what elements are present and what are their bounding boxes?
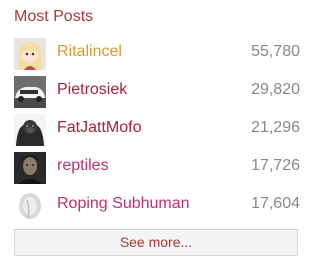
see-more-button[interactable]: See more... bbox=[14, 229, 298, 256]
avatar[interactable] bbox=[14, 152, 46, 184]
avatar[interactable] bbox=[14, 114, 46, 146]
username-link[interactable]: Roping Subhuman bbox=[57, 195, 190, 213]
avatar[interactable] bbox=[14, 76, 46, 108]
anime-girl-avatar-icon bbox=[14, 38, 46, 70]
post-count: 21,296 bbox=[251, 119, 300, 136]
list-item: Pietrosiek 29,820 bbox=[14, 76, 300, 110]
default-avatar-icon bbox=[14, 190, 46, 222]
username-link[interactable]: FatJattMofo bbox=[57, 119, 141, 137]
avatar[interactable] bbox=[14, 38, 46, 70]
most-posts-widget: Most Posts Ritalincel 55,780 Pietrosiek … bbox=[0, 0, 311, 264]
white-car-avatar-icon bbox=[14, 76, 46, 108]
username-link[interactable]: Ritalincel bbox=[57, 43, 122, 61]
list-item: Ritalincel 55,780 bbox=[14, 38, 300, 72]
post-count: 55,780 bbox=[251, 43, 300, 60]
post-count: 17,726 bbox=[251, 157, 300, 174]
list-item: reptiles 17,726 bbox=[14, 152, 300, 186]
avatar[interactable] bbox=[14, 190, 46, 222]
post-count: 29,820 bbox=[251, 81, 300, 98]
gorilla-avatar-icon bbox=[14, 114, 46, 146]
username-link[interactable]: reptiles bbox=[57, 157, 109, 175]
widget-title: Most Posts bbox=[14, 8, 94, 25]
post-count: 17,604 bbox=[251, 195, 300, 212]
man-portrait-avatar-icon bbox=[14, 152, 46, 184]
username-link[interactable]: Pietrosiek bbox=[57, 81, 127, 99]
list-item: Roping Subhuman 17,604 bbox=[14, 190, 300, 224]
list-item: FatJattMofo 21,296 bbox=[14, 114, 300, 148]
